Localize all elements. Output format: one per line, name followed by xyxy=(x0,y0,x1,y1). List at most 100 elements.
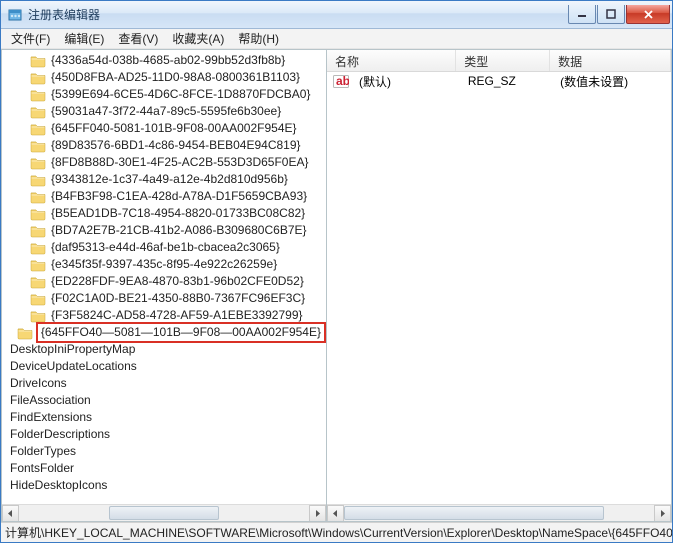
menu-file[interactable]: 文件(F) xyxy=(5,28,56,49)
tree-item-label: DriveIcons xyxy=(8,375,69,392)
column-name[interactable]: 名称 xyxy=(327,50,456,71)
folder-icon xyxy=(17,326,33,340)
folder-icon xyxy=(30,173,46,187)
tree-item-label: {89D83576-6BD1-4c86-9454-BEB04E94C819} xyxy=(49,137,303,154)
close-button[interactable] xyxy=(626,5,670,24)
tree-item-label: FolderTypes xyxy=(8,443,78,460)
tree-hscrollbar[interactable] xyxy=(2,504,326,521)
tree-item-selected[interactable]: {645FFO40—5081—101B—9F08—00AA002F954E} xyxy=(2,324,326,341)
tree-item-label: FileAssociation xyxy=(8,392,93,409)
scroll-right-button[interactable] xyxy=(309,505,326,522)
tree-item[interactable]: {B4FB3F98-C1EA-428d-A78A-D1F5659CBA93} xyxy=(2,188,326,205)
scroll-track[interactable] xyxy=(344,505,654,522)
folder-icon xyxy=(30,207,46,221)
tree-item-label: DeviceUpdateLocations xyxy=(8,358,139,375)
tree-item-label: {4336a54d-038b-4685-ab02-99bb52d3fb8b} xyxy=(49,52,287,69)
tree-item-label: {59031a47-3f72-44a7-89c5-5595fe6b30ee} xyxy=(49,103,283,120)
tree-item[interactable]: {89D83576-6BD1-4c86-9454-BEB04E94C819} xyxy=(2,137,326,154)
maximize-button[interactable] xyxy=(597,5,625,24)
menu-edit[interactable]: 编辑(E) xyxy=(58,28,110,49)
scroll-left-button[interactable] xyxy=(327,505,344,522)
tree-item[interactable]: HideDesktopIcons xyxy=(2,477,326,494)
tree-item-label: FindExtensions xyxy=(8,409,94,426)
tree-item[interactable]: {BD7A2E7B-21CB-41b2-A086-B309680C6B7E} xyxy=(2,222,326,239)
tree-item-label: {9343812e-1c37-4a49-a12e-4b2d810d956b} xyxy=(49,171,290,188)
tree-item[interactable]: FontsFolder xyxy=(2,460,326,477)
tree-item[interactable]: DriveIcons xyxy=(2,375,326,392)
tree-item[interactable]: {ED228FDF-9EA8-4870-83b1-96b02CFE0D52} xyxy=(2,273,326,290)
values-hscrollbar[interactable] xyxy=(327,504,671,521)
column-type[interactable]: 类型 xyxy=(456,50,550,71)
tree-item[interactable]: {9343812e-1c37-4a49-a12e-4b2d810d956b} xyxy=(2,171,326,188)
folder-icon xyxy=(30,71,46,85)
tree-item-label: {e345f35f-9397-435c-8f95-4e922c26259e} xyxy=(49,256,279,273)
folder-icon xyxy=(30,156,46,170)
tree-item-label: {B4FB3F98-C1EA-428d-A78A-D1F5659CBA93} xyxy=(49,188,309,205)
tree-item[interactable]: FolderDescriptions xyxy=(2,426,326,443)
menu-favorites[interactable]: 收藏夹(A) xyxy=(166,28,230,49)
regedit-icon xyxy=(7,7,23,23)
menubar: 文件(F) 编辑(E) 查看(V) 收藏夹(A) 帮助(H) xyxy=(1,29,672,49)
tree-item[interactable]: FindExtensions xyxy=(2,409,326,426)
tree-item[interactable]: {4336a54d-038b-4685-ab02-99bb52d3fb8b} xyxy=(2,52,326,69)
tree-item[interactable]: FileAssociation xyxy=(2,392,326,409)
tree-item-label: FolderDescriptions xyxy=(8,426,112,443)
folder-icon xyxy=(30,224,46,238)
tree-item-label: HideDesktopIcons xyxy=(8,477,109,494)
value-data: (数值未设置) xyxy=(552,73,671,90)
statusbar: 计算机\HKEY_LOCAL_MACHINE\SOFTWARE\Microsof… xyxy=(1,522,672,542)
svg-text:ab: ab xyxy=(336,74,349,88)
tree-item-label: {450D8FBA-AD25-11D0-98A8-0800361B1103} xyxy=(49,69,302,86)
tree-item-label: DesktopIniPropertyMap xyxy=(8,341,137,358)
tree-item-label: {645FFO40—5081—101B—9F08—00AA002F954E} xyxy=(36,322,326,343)
list-header: 名称 类型 数据 xyxy=(327,50,671,72)
tree-item-label: {ED228FDF-9EA8-4870-83b1-96b02CFE0D52} xyxy=(49,273,306,290)
minimize-button[interactable] xyxy=(568,5,596,24)
tree-item-label: FontsFolder xyxy=(8,460,76,477)
folder-icon xyxy=(30,241,46,255)
string-value-icon: ab xyxy=(333,73,349,89)
tree-item[interactable]: {8FD8B88D-30E1-4F25-AC2B-553D3D65F0EA} xyxy=(2,154,326,171)
folder-icon xyxy=(30,54,46,68)
value-type: REG_SZ xyxy=(460,74,552,88)
tree-item[interactable]: {F02C1A0D-BE21-4350-88B0-7367FC96EF3C} xyxy=(2,290,326,307)
tree-item[interactable]: DeviceUpdateLocations xyxy=(2,358,326,375)
tree-item[interactable]: {5399E694-6CE5-4D6C-8FCE-1D8870FDCBA0} xyxy=(2,86,326,103)
tree-item[interactable]: {B5EAD1DB-7C18-4954-8820-01733BC08C82} xyxy=(2,205,326,222)
folder-icon xyxy=(30,190,46,204)
column-data[interactable]: 数据 xyxy=(550,50,671,71)
tree-item[interactable]: {645FF040-5081-101B-9F08-00AA002F954E} xyxy=(2,120,326,137)
tree-item-label: {645FF040-5081-101B-9F08-00AA002F954E} xyxy=(49,120,299,137)
folder-icon xyxy=(30,258,46,272)
tree-item-label: {BD7A2E7B-21CB-41b2-A086-B309680C6B7E} xyxy=(49,222,309,239)
menu-view[interactable]: 查看(V) xyxy=(112,28,164,49)
tree-item[interactable]: {daf95313-e44d-46af-be1b-cbacea2c3065} xyxy=(2,239,326,256)
titlebar[interactable]: 注册表编辑器 xyxy=(1,1,672,29)
tree-item[interactable]: FolderTypes xyxy=(2,443,326,460)
values-pane: 名称 类型 数据 ab(默认)REG_SZ(数值未设置) xyxy=(326,49,672,522)
tree-item-label: {8FD8B88D-30E1-4F25-AC2B-553D3D65F0EA} xyxy=(49,154,310,171)
scroll-thumb[interactable] xyxy=(109,506,219,520)
scroll-track[interactable] xyxy=(19,505,309,522)
folder-icon xyxy=(30,88,46,102)
tree-item[interactable]: DesktopIniPropertyMap xyxy=(2,341,326,358)
window: 注册表编辑器 文件(F) 编辑(E) 查看(V) 收藏夹(A) 帮助(H) {4… xyxy=(0,0,673,543)
scroll-right-button[interactable] xyxy=(654,505,671,522)
tree-item[interactable]: {59031a47-3f72-44a7-89c5-5595fe6b30ee} xyxy=(2,103,326,120)
tree-item-label: {B5EAD1DB-7C18-4954-8820-01733BC08C82} xyxy=(49,205,307,222)
scroll-left-button[interactable] xyxy=(2,505,19,522)
values-list[interactable]: ab(默认)REG_SZ(数值未设置) xyxy=(327,72,671,504)
window-controls xyxy=(568,5,670,24)
registry-tree[interactable]: {4336a54d-038b-4685-ab02-99bb52d3fb8b}{4… xyxy=(2,50,326,504)
tree-item-label: {F02C1A0D-BE21-4350-88B0-7367FC96EF3C} xyxy=(49,290,307,307)
tree-item[interactable]: {e345f35f-9397-435c-8f95-4e922c26259e} xyxy=(2,256,326,273)
list-row[interactable]: ab(默认)REG_SZ(数值未设置) xyxy=(327,72,671,90)
folder-icon xyxy=(30,292,46,306)
main-area: {4336a54d-038b-4685-ab02-99bb52d3fb8b}{4… xyxy=(1,49,672,522)
folder-icon xyxy=(30,309,46,323)
menu-help[interactable]: 帮助(H) xyxy=(232,28,285,49)
tree-item[interactable]: {450D8FBA-AD25-11D0-98A8-0800361B1103} xyxy=(2,69,326,86)
tree-item-label: {5399E694-6CE5-4D6C-8FCE-1D8870FDCBA0} xyxy=(49,86,312,103)
folder-icon xyxy=(30,122,46,136)
scroll-thumb[interactable] xyxy=(344,506,604,520)
